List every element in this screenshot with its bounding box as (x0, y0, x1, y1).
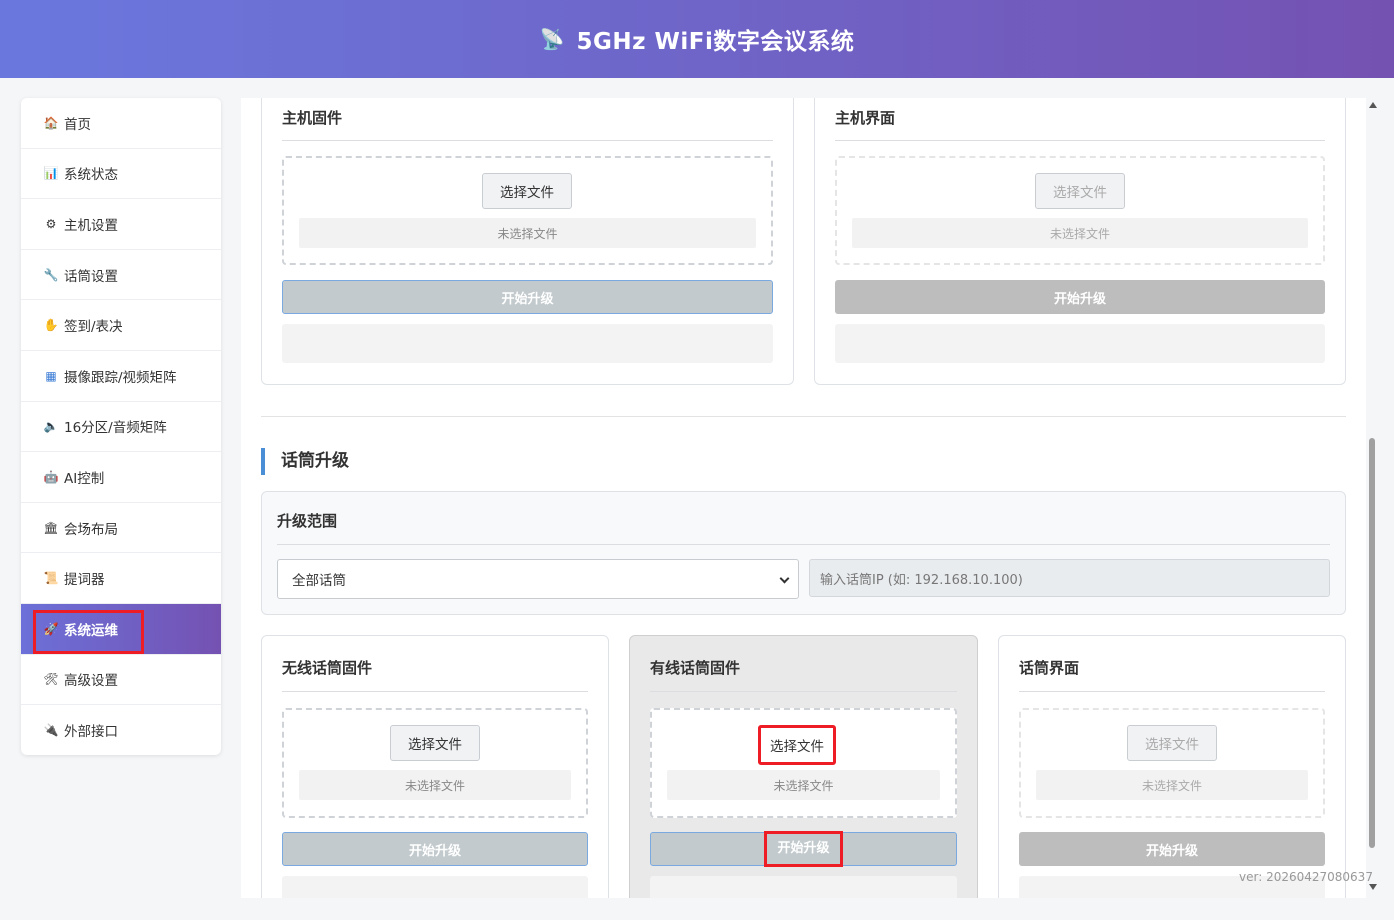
version-label: ver: 20260427080637 (1239, 870, 1373, 884)
input-placeholder: 输入话筒IP (如: 192.168.10.100) (820, 572, 1023, 588)
card-title: 无线话筒固件 (282, 659, 373, 677)
file-dropzone[interactable]: 选择文件 未选择文件 (282, 156, 773, 265)
rocket-icon: 🚀 (43, 621, 59, 636)
sidebar-item-external[interactable]: 🔌 外部接口 (21, 705, 221, 755)
sidebar-nav: 🏠 首页 📊 系统状态 ⚙ 主机设置 🔧 话筒设置 ✋ 签到/表决 ▦ 摄像跟踪… (21, 98, 221, 755)
scrollbar-thumb[interactable] (1369, 438, 1375, 848)
file-dropzone[interactable]: 选择文件 未选择文件 (835, 156, 1325, 265)
choose-file-button[interactable]: 选择文件 (1035, 173, 1125, 209)
speaker-icon: 🔈 (43, 419, 59, 434)
sidebar-item-label: 高级设置 (64, 673, 118, 690)
upgrade-scope-card: 升级范围 全部话筒 输入话筒IP (如: 192.168.10.100) (261, 491, 1346, 615)
sidebar-item-mic-settings[interactable]: 🔧 话筒设置 (21, 250, 221, 301)
sidebar-item-label: 摄像跟踪/视频矩阵 (64, 369, 177, 386)
sidebar-item-teleprompter[interactable]: 📜 提词器 (21, 553, 221, 604)
tools-icon: 🛠 (43, 672, 59, 687)
wired-mic-firmware-card: 有线话筒固件 选择文件 未选择文件 开始升级 (629, 635, 978, 898)
card-title: 主机界面 (835, 109, 896, 127)
building-icon: 🏛 (43, 520, 59, 535)
sidebar-item-ai-control[interactable]: 🤖 AI控制 (21, 452, 221, 503)
sidebar-item-host-settings[interactable]: ⚙ 主机设置 (21, 199, 221, 250)
sidebar-item-label: 话筒设置 (64, 268, 118, 285)
sidebar-item-home[interactable]: 🏠 首页 (21, 98, 221, 149)
file-dropzone[interactable]: 选择文件 未选择文件 (1019, 708, 1325, 818)
grid-icon: ▦ (45, 368, 57, 383)
card-title: 升级范围 (277, 512, 338, 530)
file-status: 未选择文件 (667, 770, 940, 800)
host-firmware-card: 主机固件 选择文件 未选择文件 开始升级 (261, 98, 794, 385)
chevron-down-icon (779, 573, 790, 584)
sidebar-item-label: 外部接口 (64, 724, 118, 741)
file-status: 未选择文件 (1036, 770, 1308, 800)
sidebar-item-label: AI控制 (64, 470, 105, 487)
plug-icon: 🔌 (43, 723, 59, 738)
sidebar-item-audio-matrix[interactable]: 🔈 16分区/音频矩阵 (21, 402, 221, 453)
sidebar-item-system-ops[interactable]: 🚀 系统运维 (21, 603, 221, 655)
satellite-dish-icon: 📡 (539, 27, 565, 51)
sidebar-item-venue-layout[interactable]: 🏛 会场布局 (21, 503, 221, 554)
section-divider (261, 416, 1346, 417)
file-status: 未选择文件 (299, 770, 571, 800)
start-upgrade-button[interactable]: 开始升级 (1019, 832, 1325, 866)
start-upgrade-button[interactable]: 开始升级 (650, 831, 957, 867)
wrench-icon: 🔧 (43, 267, 59, 282)
start-upgrade-button[interactable]: 开始升级 (835, 280, 1325, 314)
sidebar-item-advanced[interactable]: 🛠 高级设置 (21, 655, 221, 706)
section-title-mic-upgrade: 话筒升级 (261, 448, 349, 475)
start-upgrade-button[interactable]: 开始升级 (282, 280, 773, 314)
app-header: 📡 5GHz WiFi数字会议系统 (0, 0, 1394, 78)
sidebar-item-label: 提词器 (64, 572, 105, 589)
progress-area (282, 876, 588, 898)
mic-ui-card: 话筒界面 选择文件 未选择文件 开始升级 (998, 635, 1346, 898)
house-icon: 🏠 (43, 115, 59, 130)
choose-file-button[interactable]: 选择文件 (390, 725, 480, 761)
upgrade-scope-select[interactable]: 全部话筒 (277, 559, 799, 599)
file-status: 未选择文件 (852, 218, 1308, 248)
sidebar-item-camera-video[interactable]: ▦ 摄像跟踪/视频矩阵 (21, 351, 221, 402)
file-dropzone[interactable]: 选择文件 未选择文件 (650, 708, 957, 818)
scroll-up-arrow-icon[interactable] (1369, 102, 1377, 108)
app-title: 5GHz WiFi数字会议系统 (576, 29, 855, 55)
card-title: 话筒界面 (1019, 659, 1080, 677)
select-value: 全部话筒 (292, 573, 346, 589)
robot-icon: 🤖 (43, 469, 59, 484)
sidebar-item-label: 会场布局 (64, 521, 118, 538)
main-content[interactable]: 主机固件 选择文件 未选择文件 开始升级 主机界面 选择文件 未选择文件 开始升… (241, 98, 1366, 898)
scroll-down-arrow-icon[interactable] (1369, 884, 1377, 890)
sidebar-item-label: 系统运维 (64, 622, 118, 639)
main-scrollbar[interactable] (1366, 98, 1378, 898)
progress-area (835, 324, 1325, 363)
bar-chart-icon: 📊 (43, 166, 59, 181)
gear-icon: ⚙ (45, 216, 57, 231)
sidebar-item-label: 16分区/音频矩阵 (64, 420, 167, 437)
hand-icon: ✋ (43, 318, 59, 333)
sidebar-item-label: 签到/表决 (64, 319, 123, 336)
wireless-mic-firmware-card: 无线话筒固件 选择文件 未选择文件 开始升级 (261, 635, 609, 898)
progress-area (282, 324, 773, 363)
host-ui-card: 主机界面 选择文件 未选择文件 开始升级 (814, 98, 1346, 385)
file-dropzone[interactable]: 选择文件 未选择文件 (282, 708, 588, 818)
sidebar-item-label: 主机设置 (64, 217, 118, 234)
scroll-icon: 📜 (43, 571, 59, 586)
choose-file-button[interactable]: 选择文件 (482, 173, 572, 209)
sidebar-item-system-status[interactable]: 📊 系统状态 (21, 149, 221, 200)
card-title: 主机固件 (282, 109, 343, 127)
choose-file-button[interactable]: 选择文件 (758, 725, 836, 765)
start-upgrade-button[interactable]: 开始升级 (282, 832, 588, 866)
mic-ip-input[interactable]: 输入话筒IP (如: 192.168.10.100) (809, 559, 1330, 597)
progress-area (650, 876, 957, 898)
sidebar-item-label: 系统状态 (64, 167, 118, 184)
sidebar-item-label: 首页 (64, 116, 91, 133)
choose-file-button[interactable]: 选择文件 (1127, 725, 1217, 761)
file-status: 未选择文件 (299, 218, 756, 248)
card-title: 有线话筒固件 (650, 659, 741, 677)
sidebar-item-checkin-vote[interactable]: ✋ 签到/表决 (21, 300, 221, 351)
start-upgrade-label: 开始升级 (764, 831, 843, 867)
